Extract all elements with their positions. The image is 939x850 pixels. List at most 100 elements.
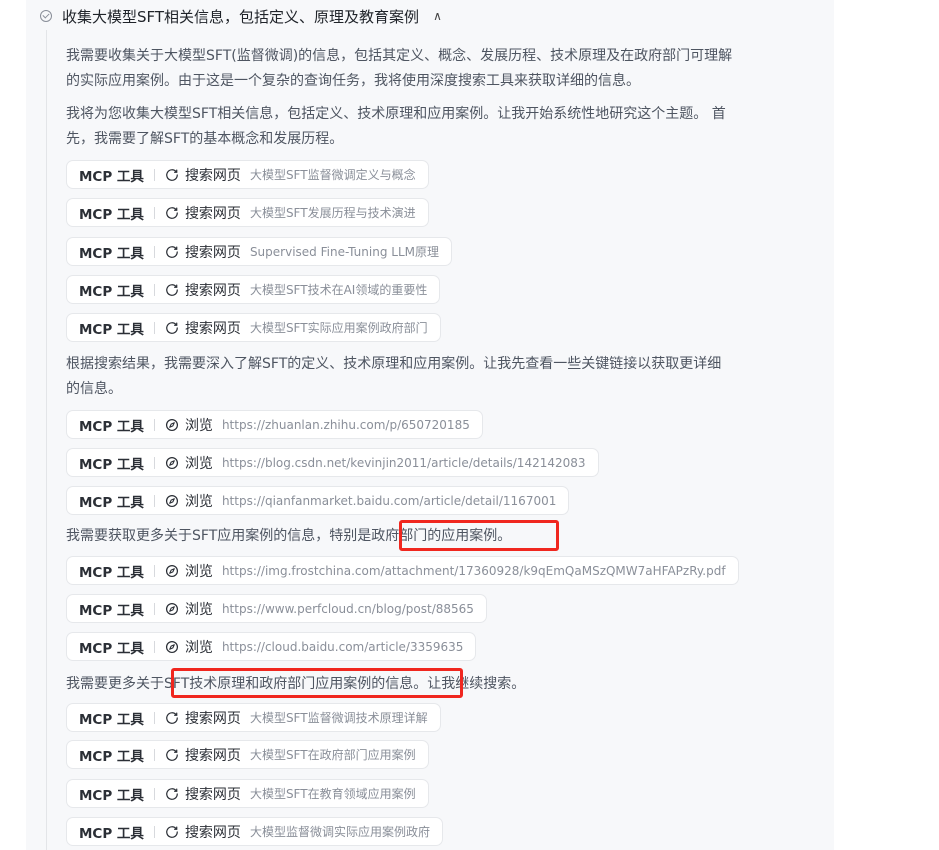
action-argument: Supervised Fine-Tuning LLM原理 — [249, 245, 439, 259]
action-label: 浏览 — [184, 455, 213, 472]
tool-call-chip[interactable]: MCP 工具 搜索网页 大模型SFT技术在AI领域的重要性 — [66, 275, 441, 304]
tool-call-chip[interactable]: MCP 工具 搜索网页 大模型SFT在政府部门应用案例 — [66, 740, 429, 769]
mcp-tool-label: MCP 工具 — [79, 564, 144, 581]
compass-icon — [165, 640, 178, 653]
search-refresh-icon — [166, 283, 178, 296]
action-argument: https://qianfanmarket.baidu.com/article/… — [221, 493, 557, 508]
mcp-tool-label: MCP 工具 — [79, 787, 144, 804]
search-refresh-icon — [166, 206, 178, 219]
tool-call-chip[interactable]: MCP 工具 搜索网页 大模型SFT在教育领域应用案例 — [66, 779, 429, 808]
compass-icon — [165, 494, 178, 507]
divider — [153, 748, 155, 761]
action-label: 浏览 — [184, 493, 213, 510]
paragraph-text: 我需要更多关于 — [66, 676, 164, 692]
divider — [153, 711, 155, 724]
paragraph-text: 我需要获取更多关于SFT应用案例的信息，特别是 — [66, 528, 372, 544]
mcp-tool-label: MCP 工具 — [79, 321, 144, 338]
divider — [153, 494, 155, 507]
action-argument: 大模型监督微调实际应用案例政府 — [249, 825, 430, 839]
mcp-tool-label: MCP 工具 — [79, 825, 144, 842]
action-argument: https://cloud.baidu.com/article/3359635 — [221, 639, 464, 654]
action-argument: 大模型SFT实际应用案例政府部门 — [249, 321, 428, 335]
mcp-tool-label: MCP 工具 — [79, 418, 144, 435]
paragraph-line: 的实际应用案例。由于这是一个复杂的查询任务，我将使用深度搜索工具来获取详细的信息… — [66, 73, 640, 89]
action-argument: https://www.perfcloud.cn/blog/post/88565 — [221, 601, 474, 616]
mcp-tool-label: MCP 工具 — [79, 206, 144, 223]
divider — [153, 564, 155, 577]
tool-call-chip[interactable]: MCP 工具 搜索网页 Supervised Fine-Tuning LLM原理 — [66, 237, 452, 266]
divider — [153, 825, 155, 838]
tool-call-chip[interactable]: MCP 工具 浏览 https://img.frostchina.com/att… — [66, 556, 739, 585]
action-argument: 大模型SFT监督微调定义与概念 — [249, 168, 416, 182]
mcp-tool-label: MCP 工具 — [79, 640, 144, 657]
mcp-tool-label: MCP 工具 — [79, 168, 144, 185]
mcp-tool-label: MCP 工具 — [79, 748, 144, 765]
action-label: 浏览 — [184, 601, 213, 618]
action-label: 搜索网页 — [184, 320, 241, 337]
search-refresh-icon — [166, 321, 178, 334]
tool-call-chip[interactable]: MCP 工具 浏览 https://cloud.baidu.com/articl… — [66, 632, 477, 661]
search-refresh-icon — [166, 245, 178, 258]
message-paragraph: 我需要收集关于大模型SFT(监督微调)的信息，包括其定义、概念、发展历程、技术原… — [66, 44, 816, 94]
mcp-tool-label: MCP 工具 — [79, 456, 144, 473]
action-label: 搜索网页 — [184, 824, 241, 841]
action-argument: https://zhuanlan.zhihu.com/p/650720185 — [221, 417, 470, 432]
mcp-tool-label: MCP 工具 — [79, 245, 144, 262]
search-refresh-icon — [166, 168, 178, 181]
mcp-tool-label: MCP 工具 — [79, 602, 144, 619]
divider — [153, 602, 155, 615]
tool-call-chip[interactable]: MCP 工具 浏览 https://www.perfcloud.cn/blog/… — [66, 594, 487, 623]
timeline-line — [46, 30, 47, 850]
divider — [153, 321, 155, 334]
mcp-tool-label: MCP 工具 — [79, 711, 144, 728]
tool-call-chip[interactable]: MCP 工具 浏览 https://zhuanlan.zhihu.com/p/6… — [66, 410, 483, 439]
paragraph-line: 根据搜索结果，我需要深入了解SFT的定义、技术原理和应用案例。让我先查看一些关键… — [66, 356, 722, 372]
mcp-tool-label: MCP 工具 — [79, 283, 144, 300]
divider — [153, 640, 155, 653]
task-header[interactable]: 收集大模型SFT相关信息，包括定义、原理及教育案例 ∧ — [40, 6, 442, 26]
highlight-box — [171, 668, 463, 698]
action-argument: 大模型SFT监督微调技术原理详解 — [249, 711, 428, 725]
divider — [153, 206, 155, 219]
action-label: 搜索网页 — [184, 205, 241, 222]
tool-call-chip[interactable]: MCP 工具 搜索网页 大模型SFT发展历程与技术演进 — [66, 198, 429, 227]
action-argument: 大模型SFT发展历程与技术演进 — [249, 206, 416, 220]
compass-icon — [165, 456, 178, 469]
paragraph-line: 我将为您收集大模型SFT相关信息，包括定义、技术原理和应用案例。让我开始系统性地… — [66, 106, 726, 122]
action-label: 搜索网页 — [184, 747, 241, 764]
action-argument: https://blog.csdn.net/kevinjin2011/artic… — [221, 455, 586, 470]
tool-call-chip[interactable]: MCP 工具 搜索网页 大模型监督微调实际应用案例政府 — [66, 817, 443, 846]
divider — [153, 787, 155, 800]
action-label: 浏览 — [184, 639, 213, 656]
tool-call-chip[interactable]: MCP 工具 浏览 https://blog.csdn.net/kevinjin… — [66, 448, 599, 477]
action-argument: 大模型SFT在教育领域应用案例 — [249, 787, 416, 801]
paragraph-line: 的信息。 — [66, 381, 122, 397]
task-title: 收集大模型SFT相关信息，包括定义、原理及教育案例 — [62, 7, 420, 26]
paragraph-line: 先，我需要了解SFT的基本概念和发展历程。 — [66, 131, 344, 147]
highlight-box — [399, 520, 559, 551]
action-argument: https://img.frostchina.com/attachment/17… — [221, 563, 726, 578]
action-argument: 大模型SFT在政府部门应用案例 — [249, 748, 416, 762]
search-refresh-icon — [166, 825, 178, 838]
action-label: 搜索网页 — [184, 786, 241, 803]
action-label: 搜索网页 — [184, 710, 241, 727]
search-refresh-icon — [166, 711, 178, 724]
search-refresh-icon — [166, 787, 178, 800]
divider — [153, 168, 155, 181]
action-label: 搜索网页 — [184, 282, 241, 299]
tool-call-chip[interactable]: MCP 工具 浏览 https://qianfanmarket.baidu.co… — [66, 486, 570, 515]
divider — [153, 456, 155, 469]
message-paragraph: 根据搜索结果，我需要深入了解SFT的定义、技术原理和应用案例。让我先查看一些关键… — [66, 352, 816, 402]
tool-call-chip[interactable]: MCP 工具 搜索网页 大模型SFT监督微调技术原理详解 — [66, 703, 441, 732]
action-label: 浏览 — [184, 417, 213, 434]
tool-call-chip[interactable]: MCP 工具 搜索网页 大模型SFT监督微调定义与概念 — [66, 160, 429, 189]
action-label: 搜索网页 — [184, 167, 241, 184]
tool-call-chip[interactable]: MCP 工具 搜索网页 大模型SFT实际应用案例政府部门 — [66, 313, 441, 342]
paragraph-line: 我需要收集关于大模型SFT(监督微调)的信息，包括其定义、概念、发展历程、技术原… — [66, 48, 733, 64]
divider — [153, 418, 155, 431]
chevron-up-icon[interactable]: ∧ — [433, 9, 442, 23]
action-argument: 大模型SFT技术在AI领域的重要性 — [249, 283, 428, 297]
action-label: 浏览 — [184, 563, 213, 580]
compass-icon — [165, 602, 178, 615]
message-paragraph: 我将为您收集大模型SFT相关信息，包括定义、技术原理和应用案例。让我开始系统性地… — [66, 102, 816, 152]
